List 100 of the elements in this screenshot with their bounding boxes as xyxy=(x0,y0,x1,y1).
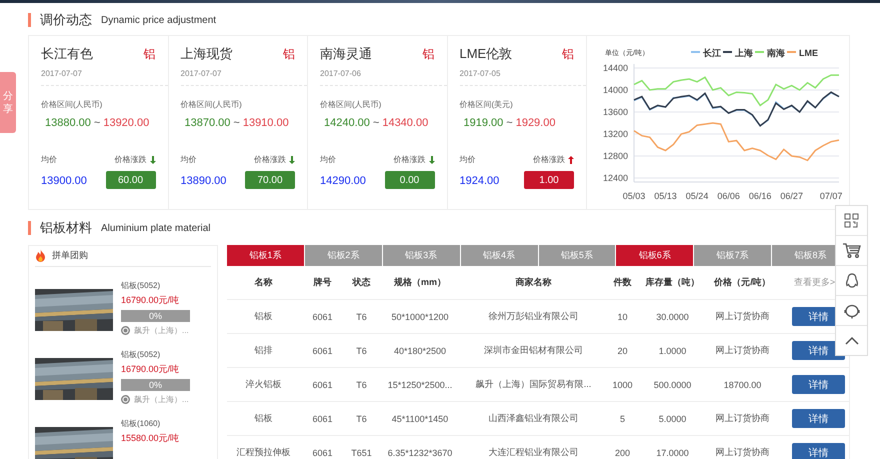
table-cell-text: 淬火铝板 xyxy=(244,378,282,391)
metal-label: 铝 xyxy=(144,46,156,62)
series-tab[interactable]: 铝板6系 xyxy=(616,245,694,266)
date-text: 2017-07-05 xyxy=(460,69,502,78)
table-cell-text: T6 xyxy=(355,380,368,390)
metal-label: 铝 xyxy=(422,46,434,62)
legend-item[interactable]: LME xyxy=(787,48,818,58)
avg-price: 13900.00 xyxy=(41,175,87,187)
table-cell-text: 铝板 xyxy=(254,412,274,425)
range-label: 价格区间(美元) xyxy=(460,99,514,110)
legend-item[interactable]: 上海 xyxy=(723,48,753,58)
table-cell-text: 铝排 xyxy=(254,344,274,357)
date-text: 2017-07-07 xyxy=(41,69,83,78)
x-tick-label: 07/07 xyxy=(820,191,842,201)
legend-item[interactable]: 南海 xyxy=(755,48,785,58)
table-cell-text: 50*1000*1200 xyxy=(390,312,450,322)
detail-button[interactable]: 详情 xyxy=(792,375,845,394)
table-cell-text: 飙升（上海）国际贸易有限... xyxy=(474,378,592,391)
high-price: 13920.00 xyxy=(103,117,150,129)
table-cell-text: T6 xyxy=(355,414,368,424)
product-price: 15580.00元/吨 xyxy=(121,432,180,445)
product-name[interactable]: 铝板(1060) xyxy=(121,418,180,429)
column-header: 状态 xyxy=(351,276,372,289)
legend-label: 上海 xyxy=(734,48,753,58)
y-tick-label: 14000 xyxy=(602,85,628,95)
avg-label: 均价 xyxy=(41,154,57,165)
avg-label: 均价 xyxy=(460,154,476,165)
detail-button[interactable]: 详情 xyxy=(792,443,845,459)
legend-item[interactable]: 长江 xyxy=(691,48,721,58)
table-cell-text: 铝板 xyxy=(254,310,274,323)
section-title: 调价动态 xyxy=(40,11,92,29)
table-cell-text: 网上订货协商 xyxy=(714,344,770,357)
range-label: 价格区间(人民币) xyxy=(320,99,382,110)
y-tick-label: 14400 xyxy=(602,63,628,73)
range-separator: ~ xyxy=(506,117,513,129)
table-cell-text: 20 xyxy=(616,346,628,356)
product-name[interactable]: 铝板(5052) xyxy=(121,280,190,291)
column-header: 库存量（吨） xyxy=(644,276,700,289)
change-badge: 70.00 xyxy=(245,171,295,189)
high-price: 1929.00 xyxy=(516,117,556,129)
table-cell-text: 山西泽鑫铝业有限公司 xyxy=(488,412,580,425)
avg-price: 13890.00 xyxy=(180,175,226,187)
vendor-icon xyxy=(121,326,130,335)
table-cell-text: 15*1250*2500... xyxy=(386,380,454,390)
date-text: 2017-07-07 xyxy=(180,69,222,78)
progress-bar: 0% xyxy=(121,310,190,322)
vendor-name: 飙升（上海）... xyxy=(134,394,189,405)
product-price: 16790.00元/吨 xyxy=(121,362,180,376)
series-tab[interactable]: 铝板1系 xyxy=(227,245,304,266)
range-separator: ~ xyxy=(94,117,100,129)
avg-price: 1924.00 xyxy=(460,175,500,187)
column-header: 名称 xyxy=(254,276,274,289)
high-price: 13910.00 xyxy=(242,117,289,129)
table-cell-text: 6061 xyxy=(311,312,334,322)
table-cell-text: 40*180*2500 xyxy=(392,346,448,356)
range-label: 价格区间(人民币) xyxy=(41,99,104,110)
down-arrow-icon xyxy=(428,156,434,164)
high-price: 14340.00 xyxy=(382,117,428,129)
vendor-name: 飙升（上海）... xyxy=(134,324,189,336)
x-tick-label: 05/03 xyxy=(622,191,646,201)
table-cell-text: 5 xyxy=(618,414,626,424)
column-header: 价格（元/吨） xyxy=(712,276,772,289)
table-cell-text: 30.0000 xyxy=(655,312,690,322)
product-price: 16790.00元/吨 xyxy=(121,294,180,307)
market-name: LME伦敦 xyxy=(460,45,512,63)
change-badge: 0.00 xyxy=(384,171,434,189)
market-name: 南海灵通 xyxy=(320,45,372,63)
table-cell-text: 深圳市金田铝材有限公司 xyxy=(483,344,584,357)
legend-label: 长江 xyxy=(702,48,721,58)
x-tick-label: 06/06 xyxy=(717,191,740,201)
table-cell-text: 网上订货协商 xyxy=(714,412,770,425)
table-cell-text: 1000 xyxy=(611,380,634,390)
legend-label: 南海 xyxy=(766,48,785,58)
change-label: 价格涨跌 xyxy=(114,154,146,165)
section-subtitle: Dynamic price adjustment xyxy=(101,14,216,26)
change-badge: 1.00 xyxy=(524,171,574,189)
y-tick-label: 13200 xyxy=(602,129,628,139)
avg-label: 均价 xyxy=(320,154,336,165)
table-cell-text: T6 xyxy=(355,312,368,322)
table-cell-text: 18700.00 xyxy=(722,380,762,390)
section-subtitle: Aluminium plate material xyxy=(101,222,210,234)
y-tick-label: 12400 xyxy=(602,173,628,183)
table-cell-text: 6061 xyxy=(311,448,334,458)
date-text: 2017-07-06 xyxy=(320,69,362,78)
table-cell-text: 网上订货协商 xyxy=(714,310,770,323)
table-cell-text: 6.35*1232*3670 xyxy=(386,448,454,458)
table-cell-text: 10 xyxy=(616,312,628,322)
product-name[interactable]: 铝板(5052) xyxy=(121,348,190,360)
up-arrow-icon xyxy=(568,156,574,164)
low-price: 1919.00 xyxy=(464,117,504,129)
market-name: 长江有色 xyxy=(41,45,93,63)
low-price: 13870.00 xyxy=(184,117,230,129)
column-header: 商家名称 xyxy=(514,276,552,289)
x-tick-label: 05/13 xyxy=(654,191,677,201)
change-label: 价格涨跌 xyxy=(254,154,286,165)
y-tick-label: 12800 xyxy=(602,151,628,161)
change-label: 价格涨跌 xyxy=(394,154,426,165)
vendor-icon xyxy=(121,394,130,404)
down-arrow-icon xyxy=(150,156,156,164)
detail-button[interactable]: 详情 xyxy=(792,409,845,428)
